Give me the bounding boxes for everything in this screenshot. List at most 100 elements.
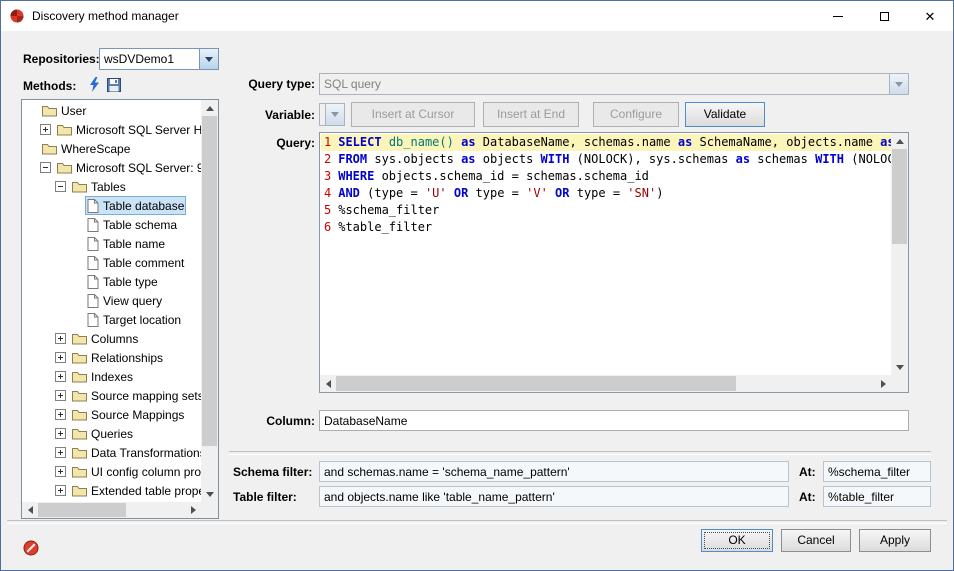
tree-item-queries[interactable]: Queries — [23, 424, 201, 443]
expand-icon[interactable] — [40, 124, 51, 135]
tree-item-indexes[interactable]: Indexes — [23, 367, 201, 386]
tree-item-source-mappings[interactable]: Source Mappings — [23, 405, 201, 424]
repositories-label: Repositories: — [23, 52, 100, 66]
expand-icon[interactable] — [55, 485, 66, 496]
minimize-button[interactable] — [815, 1, 861, 31]
tree-item-relationships[interactable]: Relationships — [23, 348, 201, 367]
insert-at-end-button[interactable]: Insert at End — [483, 102, 579, 127]
expand-icon[interactable] — [55, 333, 66, 344]
scroll-down-icon[interactable] — [201, 486, 218, 502]
tree-item-tables[interactable]: Tables — [23, 177, 201, 196]
scroll-down-icon[interactable] — [891, 359, 908, 375]
query-line-5: 5%schema_filter — [321, 202, 891, 219]
expand-icon[interactable] — [55, 352, 66, 363]
chevron-down-icon — [325, 104, 344, 125]
expand-icon[interactable] — [55, 371, 66, 382]
scrollbar-thumb[interactable] — [202, 116, 217, 446]
tree-item-ui-config-column-properties[interactable]: UI config column prope — [23, 462, 201, 481]
close-button[interactable]: ✕ — [907, 1, 953, 31]
column-field[interactable]: DatabaseName — [319, 410, 909, 431]
column-label: Column: — [229, 414, 315, 428]
app-icon — [9, 8, 25, 24]
schema-filter-field[interactable]: and schemas.name = 'schema_name_pattern' — [319, 461, 789, 482]
expand-icon[interactable] — [55, 466, 66, 477]
query-label: Query: — [229, 136, 315, 150]
folder-icon — [42, 142, 57, 155]
schema-at-field[interactable]: %schema_filter — [823, 461, 931, 482]
tree-item-target-location[interactable]: Target location — [23, 310, 201, 329]
scroll-up-icon[interactable] — [891, 133, 908, 149]
save-methods-button[interactable] — [105, 75, 123, 95]
scroll-right-icon[interactable] — [875, 375, 891, 392]
tree-item-table-type[interactable]: Table type — [23, 272, 201, 291]
variable-select[interactable] — [319, 103, 345, 126]
expand-icon[interactable] — [55, 409, 66, 420]
line-number: 3 — [324, 169, 338, 183]
query-editor[interactable]: 1SELECT db_name() as DatabaseName, schem… — [319, 132, 909, 393]
tree-item-wherescape[interactable]: WhereScape — [23, 139, 201, 158]
scrollbar-thumb[interactable] — [892, 149, 907, 244]
collapse-icon[interactable] — [55, 181, 66, 192]
collapse-icon[interactable] — [40, 162, 51, 173]
tree-item-extended-table-properties[interactable]: Extended table proper — [23, 481, 201, 500]
folder-icon — [72, 370, 87, 383]
refresh-methods-button[interactable] — [85, 74, 103, 94]
editor-vertical-scrollbar[interactable] — [891, 133, 908, 375]
tree-item-mssql-hs[interactable]: Microsoft SQL Server HS: 9 — [23, 120, 201, 139]
scroll-left-icon[interactable] — [22, 502, 38, 518]
line-number: 4 — [324, 186, 338, 200]
chevron-down-icon — [889, 74, 908, 94]
document-icon — [87, 256, 99, 270]
tree-item-user[interactable]: User — [23, 101, 201, 120]
scroll-left-icon[interactable] — [320, 375, 336, 392]
expand-icon[interactable] — [55, 447, 66, 458]
folder-icon — [57, 161, 72, 174]
folder-icon — [57, 123, 72, 136]
tree-item-view-query[interactable]: View query — [23, 291, 201, 310]
folder-icon — [72, 484, 87, 497]
tree-item-table-name[interactable]: Table name — [23, 234, 201, 253]
expand-icon[interactable] — [55, 390, 66, 401]
table-filter-field[interactable]: and objects.name like 'table_name_patter… — [319, 486, 789, 507]
validate-button[interactable]: Validate — [685, 102, 765, 127]
table-filter-label: Table filter: — [233, 490, 297, 504]
query-type-label: Query type: — [229, 77, 315, 91]
tree-item-source-mapping-sets[interactable]: Source mapping sets — [23, 386, 201, 405]
insert-at-cursor-button[interactable]: Insert at Cursor — [351, 102, 475, 127]
tree-item-table-schema[interactable]: Table schema — [23, 215, 201, 234]
tree-item-table-comment[interactable]: Table comment — [23, 253, 201, 272]
folder-icon — [72, 465, 87, 478]
line-number: 6 — [324, 220, 338, 234]
apply-button[interactable]: Apply — [859, 529, 931, 552]
folder-icon — [72, 351, 87, 364]
maximize-button[interactable] — [861, 1, 907, 31]
scroll-right-icon[interactable] — [185, 502, 201, 518]
tree-item-data-transformations[interactable]: Data Transformations — [23, 443, 201, 462]
editor-horizontal-scrollbar[interactable] — [320, 375, 891, 392]
table-at-field[interactable]: %table_filter — [823, 486, 931, 507]
cancel-button[interactable]: Cancel — [781, 529, 851, 552]
configure-button[interactable]: Configure — [593, 102, 679, 127]
ok-button[interactable]: OK — [701, 529, 773, 552]
tree-item-table-database[interactable]: Table database — [23, 196, 201, 215]
folder-icon — [42, 104, 57, 117]
query-code[interactable]: 1SELECT db_name() as DatabaseName, schem… — [321, 134, 891, 375]
scrollbar-thumb[interactable] — [38, 503, 126, 517]
chevron-down-icon[interactable] — [199, 49, 218, 69]
query-type-select[interactable]: SQL query — [319, 73, 909, 95]
scrollbar-thumb[interactable] — [336, 376, 736, 391]
folder-icon — [72, 332, 87, 345]
repositories-select[interactable]: wsDVDemo1 — [99, 48, 219, 70]
tree-item-mssql-90[interactable]: Microsoft SQL Server: 9.0 - — [23, 158, 201, 177]
tree-item-columns[interactable]: Columns — [23, 329, 201, 348]
filters-separator — [229, 451, 931, 455]
tree-horizontal-scrollbar[interactable] — [22, 502, 201, 518]
expand-icon[interactable] — [55, 428, 66, 439]
minimize-icon — [833, 16, 843, 17]
folder-icon — [72, 446, 87, 459]
query-line-4: 4AND (type = 'U' OR type = 'V' OR type =… — [321, 185, 891, 202]
repositories-value: wsDVDemo1 — [100, 52, 199, 66]
scroll-up-icon[interactable] — [201, 100, 218, 116]
tree-vertical-scrollbar[interactable] — [201, 100, 218, 502]
connection-status-icon — [23, 540, 39, 556]
